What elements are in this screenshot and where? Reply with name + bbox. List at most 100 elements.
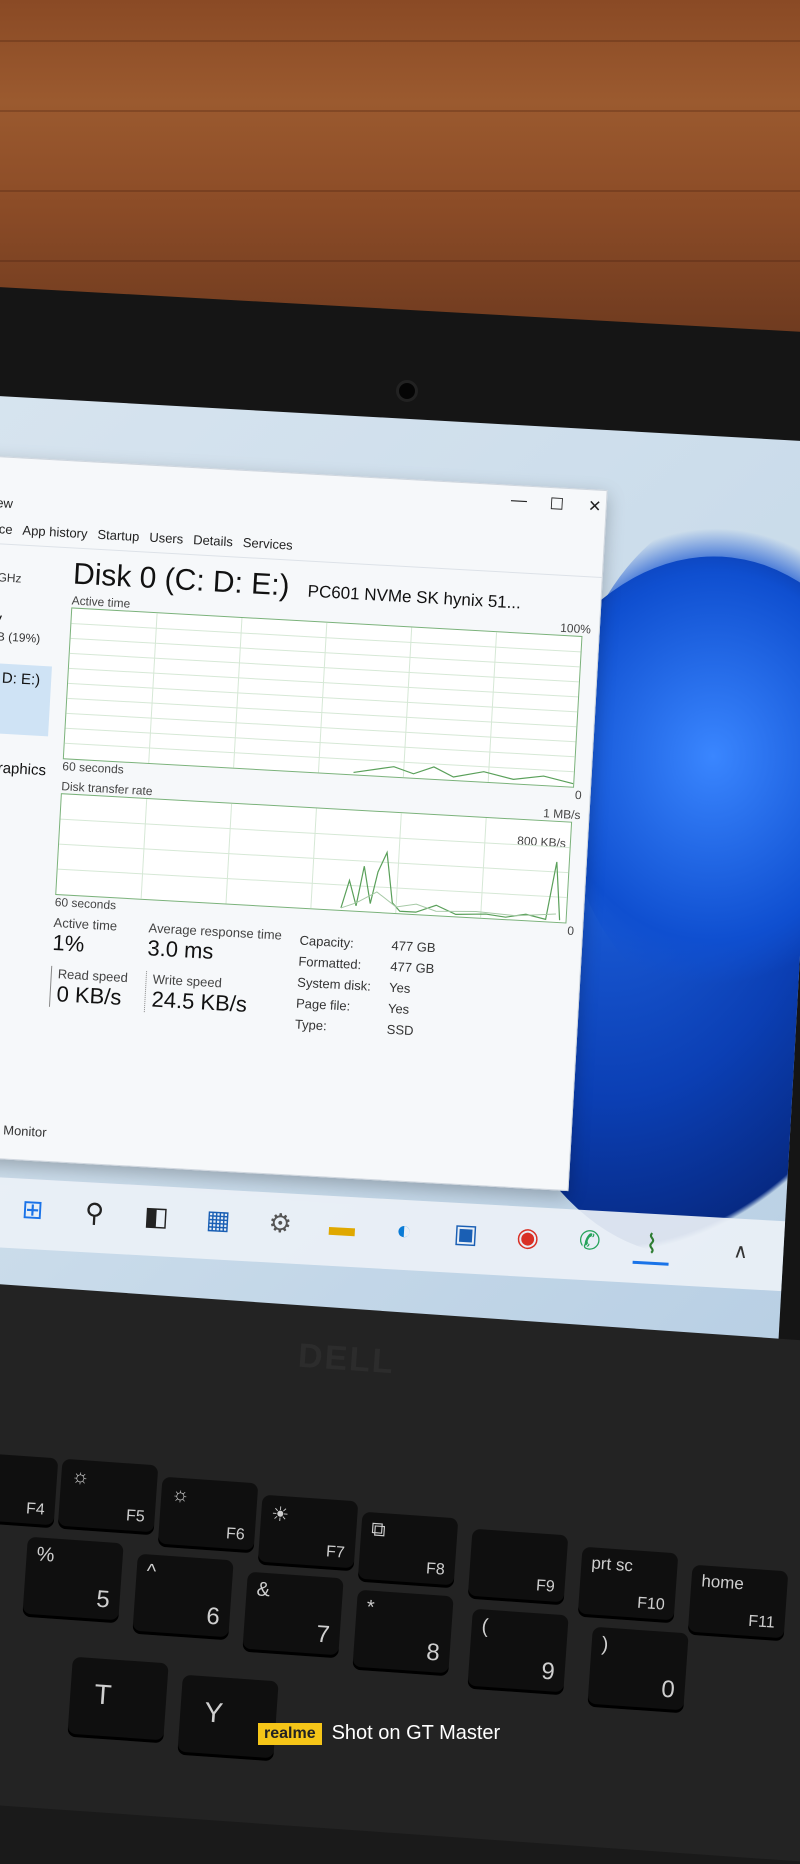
property-label: Page file: xyxy=(295,995,351,1014)
property-value: Yes xyxy=(387,1000,410,1017)
settings-icon[interactable]: ⚙ xyxy=(261,1204,299,1242)
windows-start-icon[interactable]: ⊞ xyxy=(14,1190,52,1228)
property-value: 477 GB xyxy=(389,958,435,977)
active-time-graph-svg xyxy=(64,613,581,785)
transfer-rate-min-label: 0 xyxy=(566,923,575,938)
key-top-label: * xyxy=(365,1596,376,1619)
key-f6[interactable]: ☼ F6 xyxy=(157,1476,259,1554)
tab-app-history[interactable]: App history xyxy=(22,517,89,549)
key-top-label: Y xyxy=(203,1696,225,1729)
active-time-graph xyxy=(62,607,583,788)
key-f11[interactable]: home F11 xyxy=(687,1564,789,1642)
laptop-brand-logo: DELL xyxy=(296,1336,397,1382)
laptop-screen: er — ☐ ✕ View mance App history Startup … xyxy=(0,395,800,1371)
stats-mid-column: Average response time 3.0 ms Write speed… xyxy=(143,920,282,1030)
task-manager-icon[interactable]: ⌇ xyxy=(632,1224,671,1266)
property-value: 477 GB xyxy=(391,937,436,956)
key-f10[interactable]: prt sc F10 xyxy=(577,1546,679,1624)
wood-grain xyxy=(0,40,800,42)
key-6[interactable]: ^ 6 xyxy=(132,1553,234,1641)
key-bottom-label: F6 xyxy=(225,1525,246,1544)
key-f9[interactable]: F9 xyxy=(467,1528,569,1606)
minimize-button[interactable]: — xyxy=(505,492,532,511)
tab-startup[interactable]: Startup xyxy=(97,521,140,551)
stats-left-column: Active time 1% Read speed 0 KB/s xyxy=(48,915,131,1022)
property-label: Formatted: xyxy=(298,953,362,973)
task-view-icon[interactable]: ◧ xyxy=(137,1197,175,1235)
wood-grain xyxy=(0,110,800,112)
tab-details[interactable]: Details xyxy=(192,526,234,556)
widgets-icon[interactable]: ▦ xyxy=(199,1201,237,1239)
key-8[interactable]: * 8 xyxy=(352,1589,454,1677)
key-bottom-label: F7 xyxy=(325,1543,346,1562)
property-label: System disk: xyxy=(296,974,372,994)
key-f4[interactable]: F4 xyxy=(0,1451,59,1529)
sidebar-item-sub: 5.8 GB (19%) xyxy=(0,628,41,646)
chevron-up-icon[interactable]: ∧ xyxy=(733,1238,749,1264)
key-5[interactable]: % 5 xyxy=(22,1536,124,1624)
mouse-cursor-icon: ⇱ xyxy=(0,687,51,706)
sidebar-item-label: HD Graphics 6. xyxy=(0,757,47,780)
key-bottom-label: F10 xyxy=(636,1594,666,1614)
read-speed-block: Read speed 0 KB/s xyxy=(48,965,129,1012)
key-f7[interactable]: ☀ F7 xyxy=(257,1494,359,1572)
key-bottom-label: F9 xyxy=(535,1577,556,1596)
key-y[interactable]: Y xyxy=(177,1674,279,1762)
tab-services[interactable]: Services xyxy=(242,529,293,560)
key-bottom-label: F5 xyxy=(125,1507,146,1526)
key-top-label: % xyxy=(35,1543,56,1567)
property-value: SSD xyxy=(386,1021,414,1039)
wood-grain xyxy=(0,260,800,262)
key-9[interactable]: ( 9 xyxy=(467,1608,569,1696)
close-button[interactable]: ✕ xyxy=(581,496,608,517)
camera-watermark: realme Shot on GT Master xyxy=(258,1722,500,1745)
sidebar-item-label: mory xyxy=(0,608,3,628)
sidebar-item-sub: 0.81 GHz xyxy=(0,569,22,586)
watermark-text: Shot on GT Master xyxy=(331,1722,501,1744)
key-top-label: ( xyxy=(480,1615,490,1638)
active-time-stat-value: 1% xyxy=(51,929,86,957)
sidebar-item-disk[interactable]: 0 (C: D: E:) ⇱ xyxy=(0,661,52,737)
maximize-button[interactable]: ☐ xyxy=(543,494,570,515)
key-0[interactable]: ) 0 xyxy=(587,1626,689,1714)
sidebar-item-label: 0 (C: D: E:) xyxy=(0,668,41,689)
store-icon[interactable]: ▣ xyxy=(447,1214,485,1252)
key-t[interactable]: T xyxy=(67,1656,169,1744)
task-manager-window: er — ☐ ✕ View mance App history Startup … xyxy=(0,454,608,1192)
key-top-label: ⧉ xyxy=(370,1518,387,1542)
search-icon[interactable]: ⚲ xyxy=(76,1194,114,1232)
active-time-min-label: 0 xyxy=(574,787,582,803)
sidebar-item-cpu[interactable]: U 0.81 GHz xyxy=(0,543,59,593)
key-top-label: ^ xyxy=(145,1560,157,1584)
tab-users[interactable]: Users xyxy=(149,524,184,554)
property-label: Type: xyxy=(294,1016,328,1034)
key-top-label: T xyxy=(93,1678,113,1711)
key-f8[interactable]: ⧉ F8 xyxy=(357,1511,459,1589)
key-bottom-label: 5 xyxy=(95,1585,111,1614)
key-7[interactable]: & 7 xyxy=(242,1571,344,1659)
key-top-label: ☀ xyxy=(270,1503,290,1527)
tab-performance[interactable]: mance xyxy=(0,514,13,544)
sidebar-item-gpu[interactable]: HD Graphics 6. xyxy=(0,751,47,802)
key-bottom-label: F4 xyxy=(25,1500,46,1519)
property-value: Yes xyxy=(388,979,411,996)
menu-view[interactable]: View xyxy=(0,494,13,511)
wood-wall-background xyxy=(0,0,800,340)
key-f5[interactable]: ☼ F5 xyxy=(57,1458,159,1536)
disk-details-panel: Disk 0 (C: D: E:) PC601 NVMe SK hynix 51… xyxy=(41,558,593,1176)
key-bottom-label: 0 xyxy=(660,1675,676,1704)
read-speed-value: 0 KB/s xyxy=(56,981,123,1010)
key-bottom-label: 7 xyxy=(315,1620,331,1649)
wood-grain xyxy=(0,190,800,192)
key-top-label: home xyxy=(700,1571,745,1594)
key-top-label: & xyxy=(255,1578,271,1602)
edge-icon[interactable]: ◐ xyxy=(385,1211,423,1249)
file-explorer-icon[interactable]: ▬ xyxy=(323,1208,361,1246)
key-top-label: prt sc xyxy=(590,1553,634,1576)
chrome-icon[interactable]: ◉ xyxy=(509,1218,547,1256)
whatsapp-icon[interactable]: ✆ xyxy=(571,1221,609,1259)
key-bottom-label: 6 xyxy=(205,1602,221,1631)
key-bottom-label: 8 xyxy=(425,1638,441,1667)
sidebar-item-memory[interactable]: mory 5.8 GB (19%) xyxy=(0,602,55,652)
key-bottom-label: 9 xyxy=(540,1657,556,1686)
